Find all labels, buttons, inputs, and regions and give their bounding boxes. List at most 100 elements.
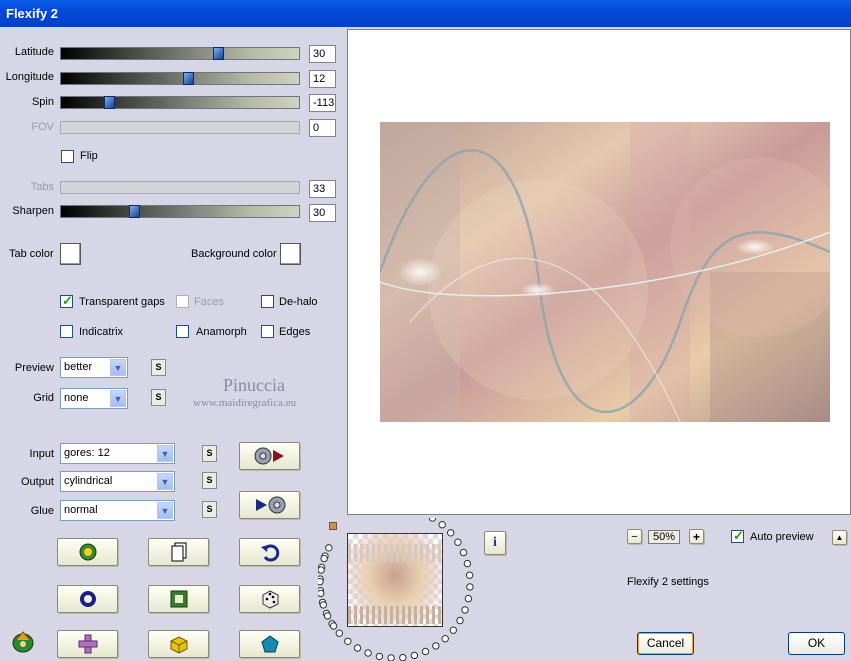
grid-dropdown[interactable]: none ▼ (60, 388, 128, 409)
edges-checkbox[interactable] (261, 325, 274, 338)
navigator-dot (318, 566, 325, 574)
de-halo-checkbox[interactable] (261, 295, 274, 308)
anamorph-checkbox[interactable] (176, 325, 189, 338)
longitude-slider-thumb[interactable] (183, 72, 194, 85)
faces-label: Faces (194, 296, 224, 308)
spin-slider-thumb[interactable] (104, 96, 115, 109)
undo-button[interactable] (239, 538, 300, 566)
tabs-slider (60, 181, 300, 194)
navigator-thumbnail[interactable] (347, 533, 443, 627)
copy-button[interactable] (148, 538, 209, 566)
latitude-field[interactable]: 30 (309, 45, 336, 63)
navigator-dot (447, 529, 455, 537)
play-disc-icon (255, 496, 285, 514)
de-halo-label: De-halo (279, 296, 318, 308)
shape-cube-button[interactable] (148, 630, 209, 658)
spin-field[interactable]: -113 (309, 94, 336, 112)
navigator-handle[interactable] (329, 522, 337, 530)
navigator-dot (329, 622, 338, 630)
navigator-dot (432, 642, 440, 650)
preview-image[interactable] (380, 122, 830, 422)
latitude-slider[interactable] (60, 47, 300, 60)
shape-square-button[interactable] (148, 585, 209, 613)
navigator-dot (463, 559, 472, 568)
tabs-label: Tabs (30, 181, 54, 193)
zoom-in-button[interactable]: + (689, 529, 704, 544)
glue-dropdown[interactable]: normal ▼ (60, 500, 175, 521)
chevron-down-icon[interactable]: ▼ (110, 359, 126, 376)
globe-play-icon (254, 447, 284, 465)
navigator-dot (323, 612, 332, 620)
tabs-field[interactable]: 33 (309, 180, 336, 198)
navigator-dot (465, 571, 474, 579)
random-button[interactable] (239, 585, 300, 613)
fov-field[interactable]: 0 (309, 119, 336, 137)
shape-ring-button[interactable] (57, 585, 118, 613)
navigator-dot (461, 606, 469, 614)
chevron-down-icon[interactable]: ▼ (157, 502, 173, 519)
input-save-button[interactable]: S (202, 445, 217, 462)
longitude-field[interactable]: 12 (309, 70, 336, 88)
export-button[interactable] (239, 491, 300, 519)
ok-button[interactable]: OK (788, 632, 845, 655)
watermark-url: www.maidiregrafica.eu (193, 397, 297, 409)
input-value: gores: 12 (64, 447, 110, 459)
auto-preview-checkbox[interactable] (731, 528, 744, 544)
sharpen-slider-thumb[interactable] (129, 205, 140, 218)
expand-button[interactable]: ▲ (832, 530, 847, 545)
cancel-button[interactable]: Cancel (637, 632, 694, 655)
preview-quality-value: better (64, 361, 93, 373)
sharpen-slider[interactable] (60, 205, 300, 218)
navigator-dot (320, 554, 328, 563)
navigator-dot (375, 652, 384, 661)
flip-label: Flip (80, 150, 98, 162)
tab-color-swatch[interactable] (60, 243, 81, 265)
shape-cross-button[interactable] (57, 630, 118, 658)
watermark-name: Pinuccia (223, 375, 285, 395)
cube-icon (170, 636, 187, 654)
sharpen-field[interactable]: 30 (309, 204, 336, 222)
output-save-button[interactable]: S (202, 472, 217, 489)
preview-save-button[interactable]: S (151, 359, 166, 376)
shape-pentagon-button[interactable] (239, 630, 300, 658)
output-dropdown[interactable]: cylindrical ▼ (60, 471, 175, 492)
info-button[interactable]: i (484, 531, 506, 555)
transparent-gaps-checkbox[interactable] (60, 293, 73, 309)
navigator-dot (428, 518, 437, 522)
chevron-down-icon[interactable]: ▼ (110, 390, 126, 407)
randomize-button[interactable] (57, 538, 118, 566)
flip-checkbox[interactable] (61, 150, 74, 163)
navigator-dot (459, 548, 468, 557)
latitude-slider-thumb[interactable] (213, 47, 224, 60)
tab-color-label: Tab color (9, 248, 54, 260)
square-icon (170, 590, 187, 608)
longitude-slider[interactable] (60, 72, 300, 85)
grid-save-button[interactable]: S (151, 389, 166, 406)
navigator-dot (449, 626, 458, 634)
input-dropdown[interactable]: gores: 12 ▼ (60, 443, 175, 464)
indicatrix-checkbox[interactable] (60, 325, 73, 338)
import-button[interactable] (239, 442, 300, 470)
navigator-dot (421, 647, 430, 656)
navigator-dot (464, 594, 473, 603)
spin-label: Spin (31, 96, 54, 108)
plus-cross-icon (78, 634, 97, 654)
window-title: Flexify 2 (0, 0, 851, 27)
spin-slider[interactable] (60, 96, 300, 109)
navigator-dot (318, 578, 324, 586)
background-color-swatch[interactable] (280, 243, 301, 265)
plugin-icon (12, 631, 34, 653)
glue-label: Glue (30, 505, 54, 517)
chevron-down-icon[interactable]: ▼ (157, 445, 173, 462)
output-label: Output (20, 476, 54, 488)
chevron-up-icon: ▲ (835, 532, 844, 542)
auto-preview-label: Auto preview (750, 531, 814, 543)
zoom-out-button[interactable]: − (627, 529, 642, 544)
glue-save-button[interactable]: S (202, 501, 217, 518)
preview-quality-dropdown[interactable]: better ▼ (60, 357, 128, 378)
chevron-down-icon[interactable]: ▼ (157, 473, 173, 490)
navigator-dot (454, 538, 462, 546)
sharpen-label: Sharpen (12, 205, 54, 217)
background-color-label: Background color (191, 248, 277, 260)
longitude-label: Longitude (5, 71, 54, 83)
